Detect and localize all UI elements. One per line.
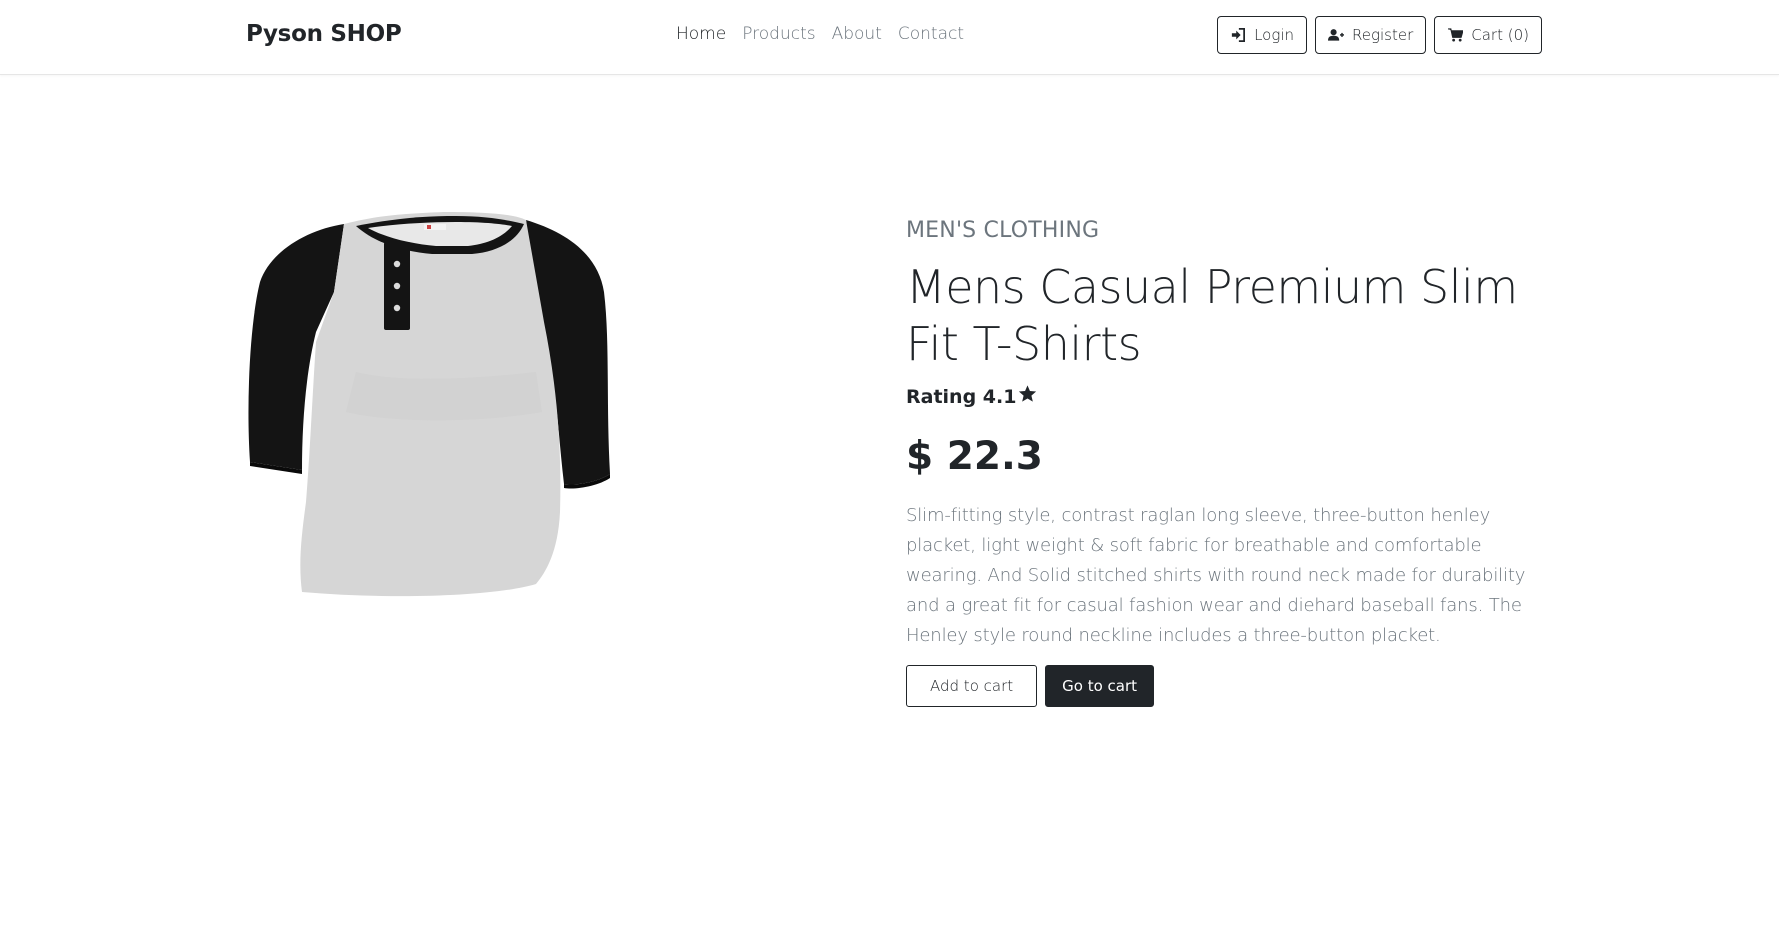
product-image [246,212,646,622]
cart-button[interactable]: Cart (0) [1434,16,1542,54]
nav-link-products[interactable]: Products [742,24,815,44]
product-actions: Add to cart Go to cart [906,665,1546,707]
cart-icon [1447,27,1463,43]
add-to-cart-button[interactable]: Add to cart [906,665,1038,707]
nav-link-home[interactable]: Home [676,24,726,44]
top-navbar: Pyson SHOP Home Products About Contact L… [0,0,1779,75]
cart-label: Cart (0) [1471,26,1529,44]
main-nav: Home Products About Contact [676,24,964,44]
login-button[interactable]: Login [1217,16,1308,54]
user-plus-icon [1328,27,1345,43]
star-icon [1018,385,1037,408]
product-info: men's clothing Mens Casual Premium Slim … [906,218,1546,707]
product-rating: Rating 4.1 [906,385,1546,408]
nav-link-about[interactable]: About [832,24,882,44]
register-label: Register [1352,26,1414,44]
nav-link-contact[interactable]: Contact [898,24,964,44]
product-title: Mens Casual Premium Slim Fit T-Shirts [906,260,1518,371]
sign-in-icon [1230,27,1246,43]
product-category: men's clothing [906,218,1100,243]
raglan-henley-shirt-image [248,212,610,597]
brand-logo[interactable]: Pyson SHOP [246,21,402,47]
go-to-cart-button[interactable]: Go to cart [1045,665,1155,707]
rating-text: Rating 4.1 [906,385,1017,408]
register-button[interactable]: Register [1315,16,1427,54]
login-label: Login [1254,26,1295,44]
product-description: Slim-fitting style, contrast raglan long… [906,505,1526,646]
nav-actions: Login Register Cart (0) [1217,16,1542,54]
product-price: $ 22.3 [906,434,1043,479]
